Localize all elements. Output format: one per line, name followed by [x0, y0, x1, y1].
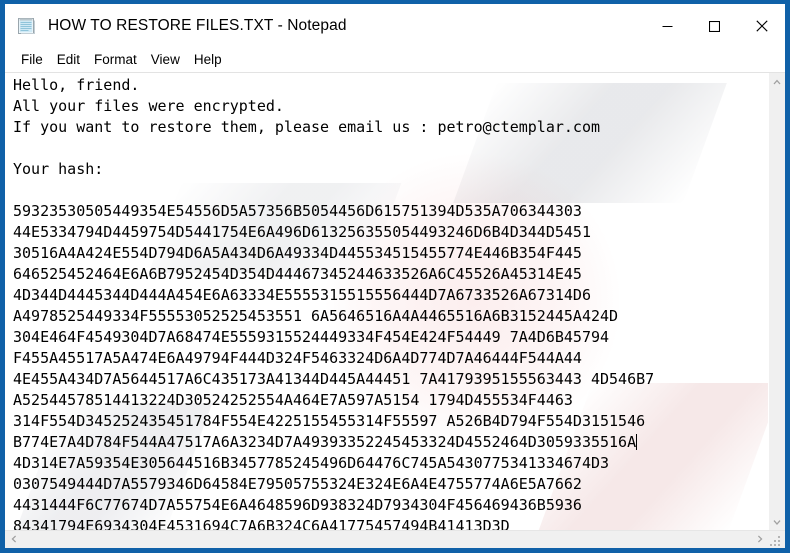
hash-line: B774E7A4D784F544A47517A6A3234D7A49393352… — [13, 433, 637, 451]
hash-line: 646525452464E6A6B7952454D354D44467345244… — [13, 265, 582, 283]
note-line: If you want to restore them, please emai… — [13, 118, 600, 136]
hash-line: 44E5334794D4459754D5441754E6A496D6132563… — [13, 223, 591, 241]
minimize-icon — [662, 25, 673, 27]
editor-area: Hello, friend. All your files were encry… — [5, 72, 785, 548]
maximize-icon — [709, 20, 720, 32]
scroll-left-button[interactable] — [5, 531, 22, 548]
window-controls — [644, 4, 785, 48]
hash-line: 4D344D4445344D444A454E6A63334E5555315515… — [13, 286, 591, 304]
close-button[interactable] — [738, 4, 785, 48]
hash-line: 4E455A434D7A5644517A6C435173A41344D445A4… — [13, 370, 655, 388]
window-title: HOW TO RESTORE FILES.TXT - Notepad — [48, 17, 347, 34]
hash-line: A4978525449334F55553052525453551 6A56465… — [13, 307, 619, 325]
hash-line: 4431444F6C77674D7A55754E6A4648596D938324… — [13, 496, 582, 514]
resize-grip[interactable] — [768, 530, 785, 548]
scroll-down-button[interactable] — [769, 513, 786, 530]
title-bar[interactable]: HOW TO RESTORE FILES.TXT - Notepad — [5, 4, 785, 48]
chevron-down-icon — [773, 519, 781, 525]
note-line: Hello, friend. — [13, 76, 140, 94]
hash-line: 304E464F4549304D7A68474E5559315524449334… — [13, 328, 610, 346]
maximize-button[interactable] — [691, 4, 738, 48]
menu-item-view[interactable]: View — [144, 51, 187, 70]
note-line: All your files were encrypted. — [13, 97, 284, 115]
menu-bar: File Edit Format View Help — [5, 48, 785, 72]
text-caret — [636, 434, 638, 450]
hash-line: F455A45517A5A474E6A49794F444D324F5463324… — [13, 349, 582, 367]
scroll-right-button[interactable] — [751, 531, 768, 548]
notepad-icon — [16, 15, 38, 37]
scroll-up-button[interactable] — [769, 73, 786, 90]
hash-line: 30516A4A424E554D794D6A5A434D6A49334D4455… — [13, 244, 582, 262]
note-line: Your hash: — [13, 160, 104, 178]
hash-line: A52544578514413224D30524252554A464E7A597… — [13, 391, 573, 409]
hash-line: 314F554D345252435451784F554E422515545531… — [13, 412, 646, 430]
menu-item-edit[interactable]: Edit — [50, 51, 87, 70]
editor-row: Hello, friend. All your files were encry… — [5, 73, 785, 530]
hash-line: 0307549444D7A5579346D64584E79505755324E3… — [13, 475, 582, 493]
menu-item-help[interactable]: Help — [187, 51, 229, 70]
menu-item-format[interactable]: Format — [87, 51, 144, 70]
minimize-button[interactable] — [644, 4, 691, 48]
horizontal-scrollbar[interactable] — [5, 530, 768, 548]
hash-line: 84341794E6934304E4531694C7A6B324C6A41775… — [13, 517, 510, 530]
chevron-left-icon — [11, 535, 16, 543]
close-icon — [755, 20, 768, 32]
ransom-note-text: Hello, friend. All your files were encry… — [13, 75, 768, 530]
horizontal-scrollbar-area — [5, 530, 785, 548]
vertical-scrollbar[interactable] — [768, 73, 785, 530]
chevron-right-icon — [757, 535, 762, 543]
notepad-window: HOW TO RESTORE FILES.TXT - Notepad File … — [0, 0, 790, 553]
text-editor[interactable]: Hello, friend. All your files were encry… — [5, 73, 768, 530]
hash-line: 4D314E7A59354E305644516B3457785245496D64… — [13, 454, 610, 472]
hash-line: 59323530505449354E54556D5A57356B5054456D… — [13, 202, 582, 220]
chevron-up-icon — [773, 79, 781, 84]
window-client-area: HOW TO RESTORE FILES.TXT - Notepad File … — [5, 4, 785, 548]
menu-item-file[interactable]: File — [14, 51, 50, 70]
